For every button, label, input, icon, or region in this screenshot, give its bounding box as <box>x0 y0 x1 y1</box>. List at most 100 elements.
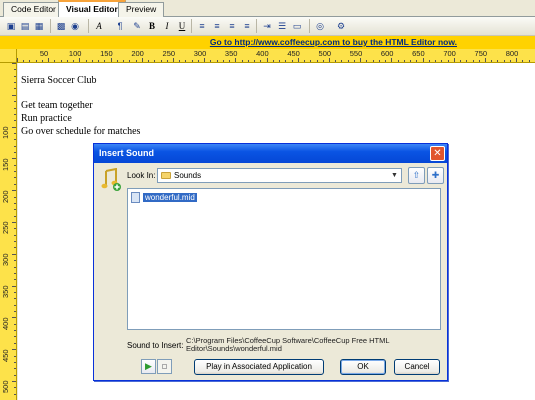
indent-icon[interactable]: ⇥ <box>260 19 274 33</box>
ruler-tick <box>191 60 193 62</box>
bold-button[interactable]: B <box>145 19 159 33</box>
ruler-tick <box>14 196 16 198</box>
ruler-tick <box>403 60 405 62</box>
ruler-label: 350 <box>1 285 10 298</box>
ruler-tick <box>91 60 93 62</box>
ruler-tick <box>14 234 16 236</box>
ruler-tick <box>14 113 16 115</box>
close-icon[interactable]: ✕ <box>430 146 445 161</box>
ruler-tick <box>35 60 37 62</box>
dialog-title: Insert Sound <box>94 144 447 163</box>
ruler-tick <box>14 323 16 325</box>
save-icon[interactable]: ▣ <box>4 19 18 33</box>
look-in-dropdown[interactable]: Sounds ▼ <box>157 168 402 183</box>
ruler-tick <box>98 60 100 62</box>
ruler-tick <box>453 58 455 62</box>
tab-preview[interactable]: Preview <box>118 2 165 17</box>
ruler-tick <box>104 60 106 62</box>
ruler-tick <box>14 132 16 134</box>
ruler-tick <box>14 164 16 166</box>
ruler-tick <box>14 279 16 281</box>
border-icon[interactable]: ▭ <box>290 19 304 33</box>
ruler-tick <box>378 60 380 62</box>
new-folder-icon[interactable]: ✚ <box>427 167 444 184</box>
stop-icon[interactable] <box>157 359 172 374</box>
ruler-tick <box>260 60 262 62</box>
tools-icon[interactable]: ⚙ <box>334 19 348 33</box>
ruler-label: 100 <box>68 49 82 58</box>
ruler-tick <box>41 60 43 62</box>
italic-button[interactable]: I <box>160 19 174 33</box>
play-icon[interactable]: ▶ <box>141 359 156 374</box>
ruler-tick <box>347 60 349 62</box>
image-icon[interactable]: ▩ <box>54 19 68 33</box>
align-center-icon[interactable]: ≡ <box>210 19 224 33</box>
ruler-tick <box>14 145 16 147</box>
ruler-tick <box>428 60 430 62</box>
ruler-tick <box>216 60 218 62</box>
ok-button[interactable]: OK <box>340 359 386 375</box>
ruler-tick <box>14 330 16 332</box>
ruler-tick <box>141 58 143 62</box>
ruler-label: 400 <box>256 49 269 58</box>
look-in-value: Sounds <box>174 171 202 180</box>
ruler-tick <box>397 60 399 62</box>
look-in-label: Look In: <box>127 171 156 180</box>
toolbar-separator <box>309 19 310 33</box>
align-left-icon[interactable]: ≡ <box>195 19 209 33</box>
ruler-tick <box>14 171 16 173</box>
ruler-tick <box>322 60 324 62</box>
ruler-tick <box>12 285 16 287</box>
ruler-tick <box>14 202 16 204</box>
spellcheck-icon[interactable]: ✎ <box>130 19 144 33</box>
ruler-tick <box>14 304 16 306</box>
cancel-button[interactable]: Cancel <box>394 359 440 375</box>
ruler-tick <box>229 60 231 62</box>
tab-visual-editor[interactable]: Visual Editor <box>58 0 126 18</box>
color-icon[interactable]: ◎ <box>313 19 327 33</box>
paragraph-icon[interactable]: ¶ <box>113 19 127 33</box>
up-folder-button[interactable]: ⇧ <box>408 167 425 184</box>
ruler-label: 300 <box>1 253 10 267</box>
ruler-label: 650 <box>412 49 425 58</box>
ruler-tick <box>179 60 181 62</box>
sound-to-insert-label: Sound to Insert: <box>127 341 184 350</box>
buy-link[interactable]: Go to http://www.coffeecup.com to buy th… <box>210 37 457 47</box>
file-list[interactable]: wonderful.mid <box>127 188 441 330</box>
ruler-tick <box>17 58 18 62</box>
open-icon[interactable]: ▤ <box>18 19 32 33</box>
ruler-tick <box>12 381 16 382</box>
ruler-tick <box>279 60 281 62</box>
ruler-tick <box>135 60 137 62</box>
font-color-icon[interactable]: A <box>92 19 106 33</box>
ruler-label: 550 <box>349 49 363 58</box>
toolbar-separator <box>191 19 192 33</box>
ruler-tick <box>14 120 16 122</box>
list-icon[interactable]: ☰ <box>275 19 289 33</box>
ruler-tick <box>509 60 511 62</box>
ruler-tick <box>485 58 486 62</box>
align-right-icon[interactable]: ≡ <box>225 19 239 33</box>
ruler-tick <box>235 58 237 62</box>
tab-code-editor[interactable]: Code Editor <box>3 2 64 17</box>
ruler-tick <box>285 60 287 62</box>
ruler-tick <box>422 58 424 62</box>
ruler-tick <box>14 336 16 338</box>
ruler-tick <box>353 60 355 62</box>
ruler-tick <box>14 355 16 357</box>
table-icon[interactable]: ▦ <box>32 19 46 33</box>
justify-icon[interactable]: ≡ <box>240 19 254 33</box>
ruler-tick <box>247 60 249 62</box>
ruler-tick <box>14 368 16 370</box>
play-associated-button[interactable]: Play in Associated Application <box>194 359 324 375</box>
ruler-label: 200 <box>131 49 144 58</box>
underline-button[interactable]: U <box>175 19 189 33</box>
ruler-tick <box>435 60 437 62</box>
ruler-tick <box>14 342 16 344</box>
chevron-down-icon[interactable]: ▼ <box>389 170 400 181</box>
ruler-tick <box>14 228 16 230</box>
ruler-label: 450 <box>287 49 300 58</box>
globe-icon[interactable]: ◉ <box>68 19 82 33</box>
list-item[interactable]: wonderful.mid <box>131 192 197 203</box>
ruler-tick <box>14 241 16 243</box>
